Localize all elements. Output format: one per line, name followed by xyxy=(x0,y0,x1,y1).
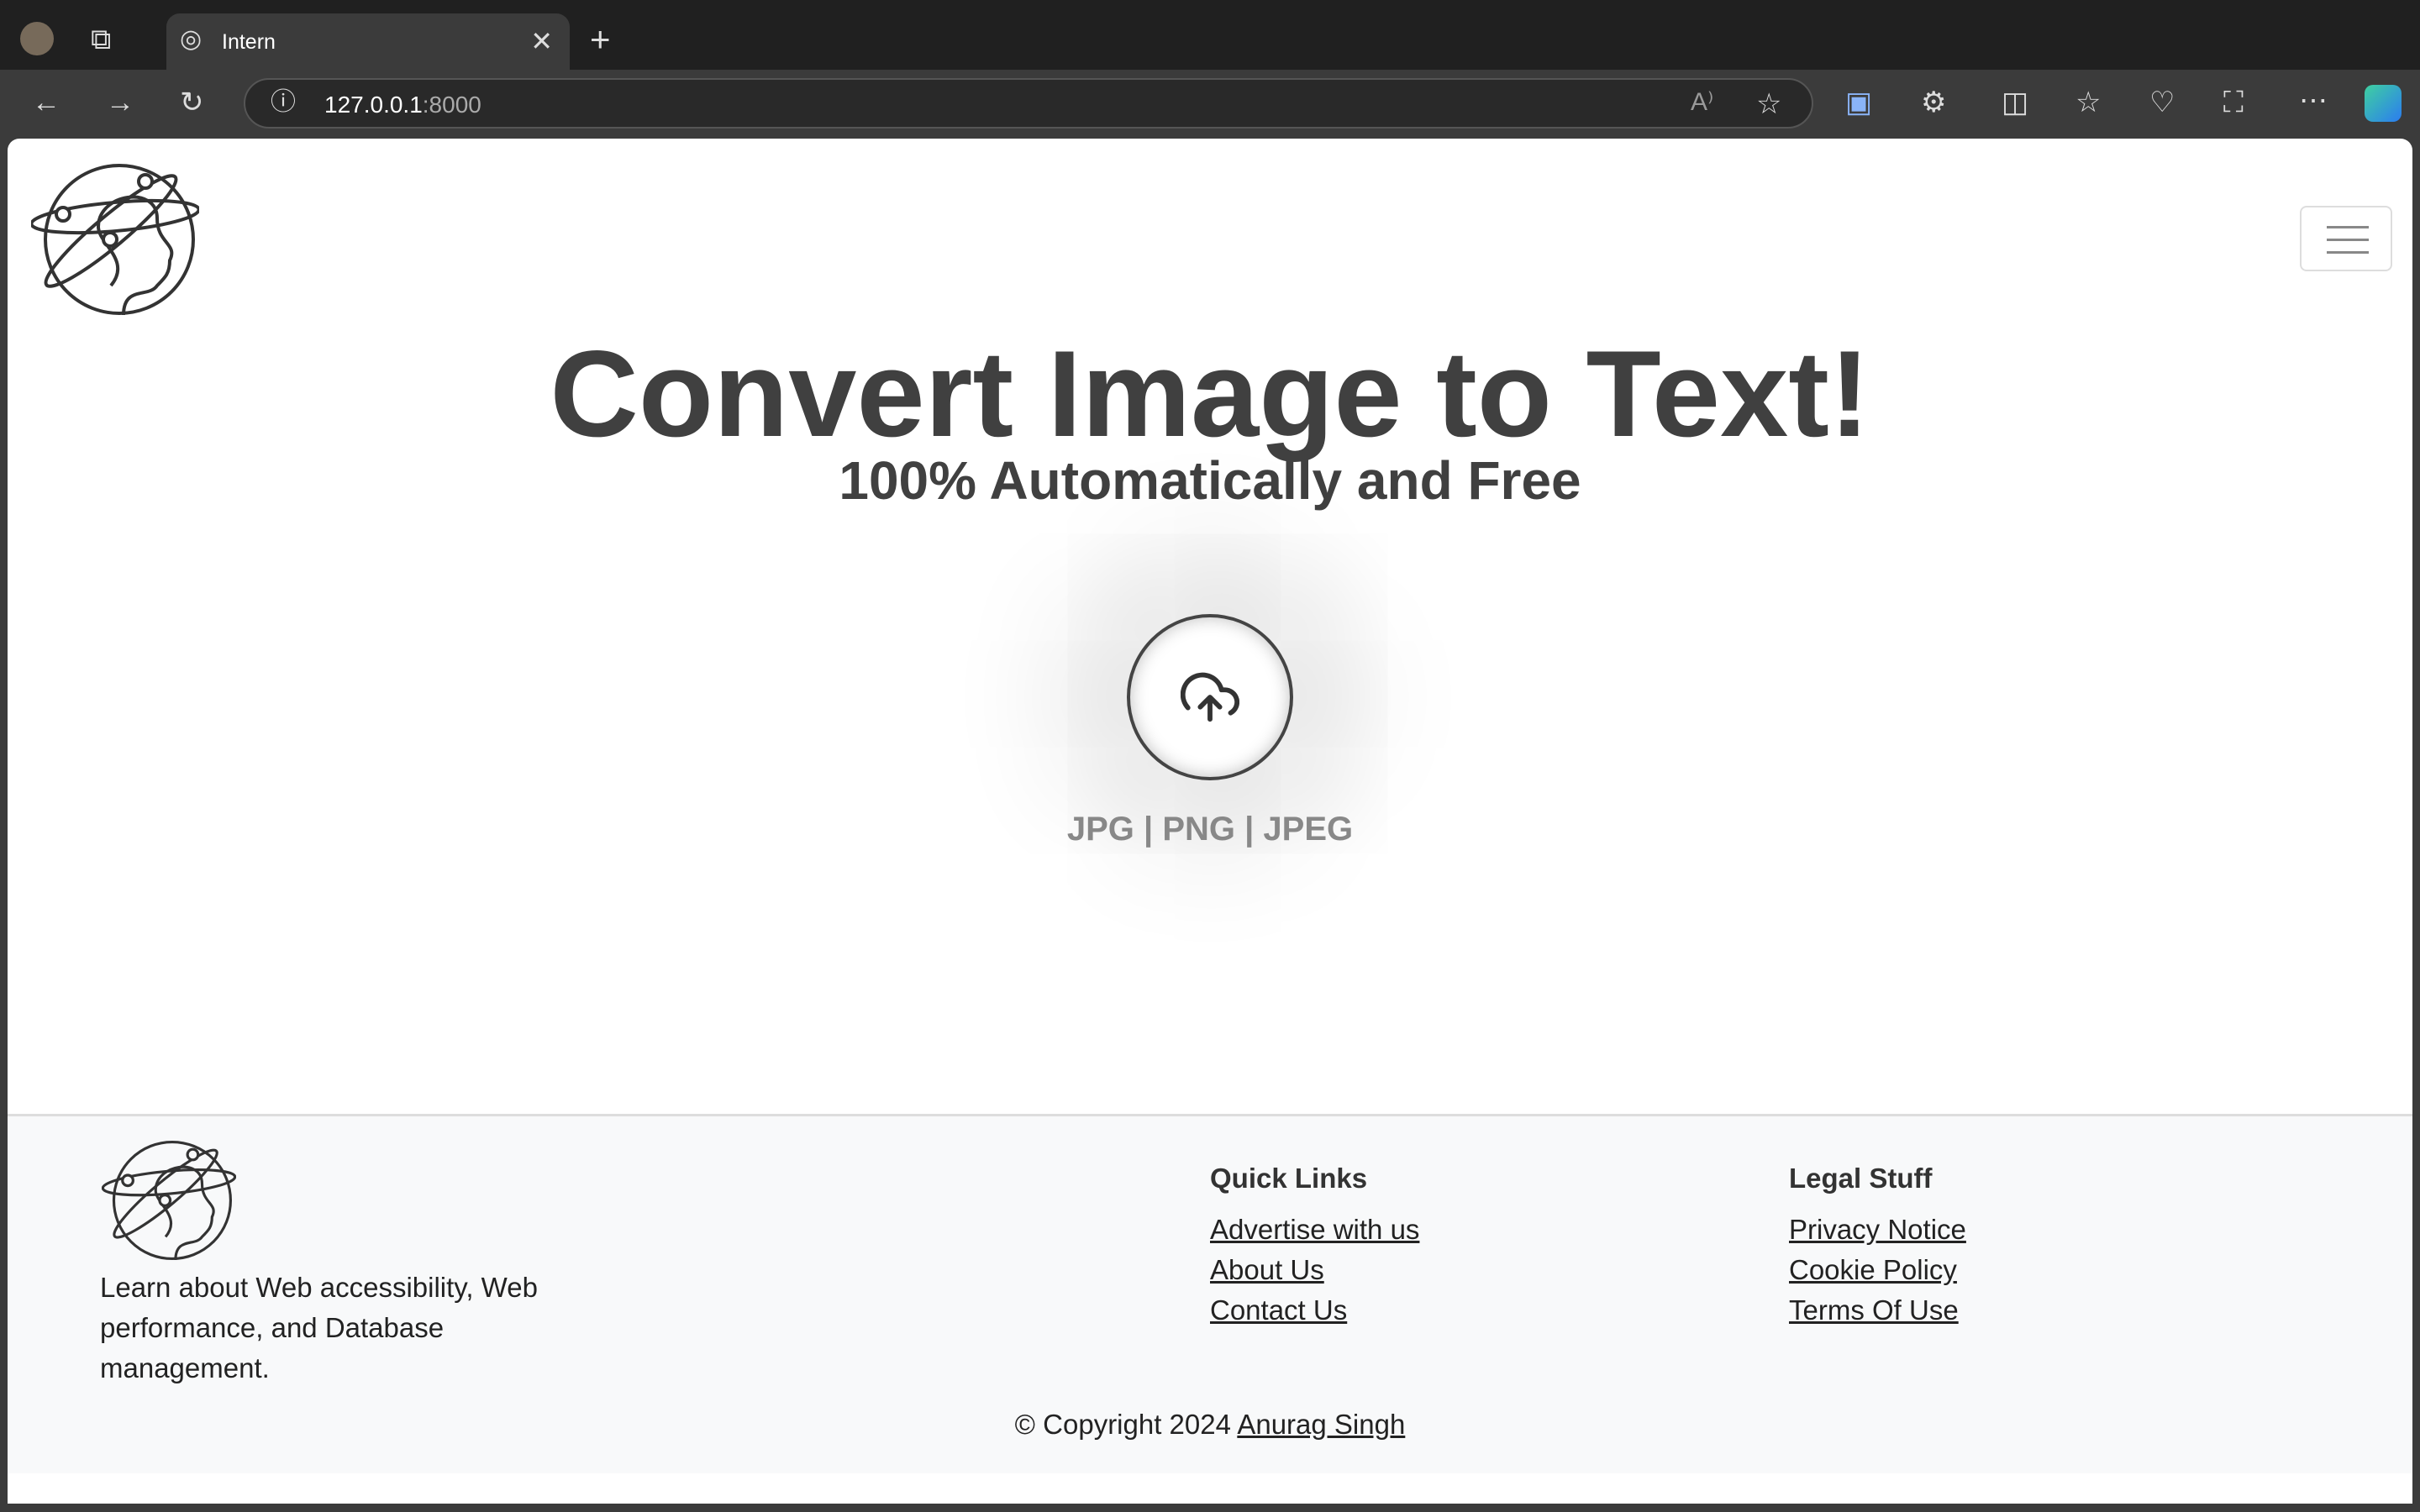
profile-avatar[interactable] xyxy=(20,22,54,55)
forward-icon[interactable]: → xyxy=(106,88,134,117)
page-subtitle: 100% Automatically and Free xyxy=(839,450,1581,511)
page-title: Convert Image to Text! xyxy=(550,325,1870,462)
footer: Learn about Web accessibility, Web perfo… xyxy=(8,1114,2412,1473)
supported-formats: JPG | PNG | JPEG xyxy=(1066,811,1354,848)
footer-logo[interactable] xyxy=(102,1137,236,1263)
url-port: :8000 xyxy=(422,92,481,118)
favorite-star-icon[interactable]: ☆ xyxy=(1756,90,1781,118)
copilot-ext-icon[interactable]: ▣ xyxy=(1845,88,1872,117)
browser-essentials-icon[interactable]: ♡ xyxy=(2149,88,2175,117)
link-cookie-policy[interactable]: Cookie Policy xyxy=(1789,1250,1966,1290)
link-contact-us[interactable]: Contact Us xyxy=(1210,1290,1419,1331)
quick-links: Quick Links Advertise with us About Us C… xyxy=(1210,1163,1419,1331)
reload-icon[interactable]: ↻ xyxy=(180,88,204,117)
info-icon[interactable]: ⓘ xyxy=(271,90,296,115)
cloud-upload-icon xyxy=(1181,672,1239,722)
site-logo[interactable] xyxy=(31,160,199,319)
link-privacy-notice[interactable]: Privacy Notice xyxy=(1789,1210,1966,1250)
link-advertise[interactable]: Advertise with us xyxy=(1210,1210,1419,1250)
copilot-icon[interactable] xyxy=(2365,85,2402,122)
favicon-icon: ◎ xyxy=(180,25,203,53)
quick-links-heading: Quick Links xyxy=(1210,1163,1368,1194)
close-tab-icon[interactable]: ✕ xyxy=(530,25,553,57)
new-tab-icon[interactable]: + xyxy=(590,22,611,57)
tab-title: Intern xyxy=(222,30,276,54)
favorites-icon[interactable]: ☆ xyxy=(2075,88,2101,117)
web-page: Convert Image to Text! 100% Automaticall… xyxy=(8,139,2412,1504)
split-screen-icon[interactable]: ◫ xyxy=(2002,88,2028,117)
link-terms-of-use[interactable]: Terms Of Use xyxy=(1789,1290,1966,1331)
tab-bar: ⧉ ◎ Intern ✕ + xyxy=(0,0,2420,70)
copyright: © Copyright 2024 Anurag Singh xyxy=(8,1409,2412,1441)
extensions-icon[interactable]: ⚙ xyxy=(1921,88,1946,117)
more-icon[interactable]: ⋯ xyxy=(2299,87,2328,115)
upload-button[interactable] xyxy=(1127,614,1293,780)
back-icon[interactable]: ← xyxy=(32,88,60,117)
url-host: 127.0.0.1 xyxy=(324,92,423,118)
author-link[interactable]: Anurag Singh xyxy=(1237,1409,1405,1440)
workspaces-icon[interactable]: ⧉ xyxy=(91,25,111,54)
nav-toggle-button[interactable] xyxy=(2300,206,2392,271)
screenshot-icon[interactable]: ⛶ xyxy=(2223,88,2244,117)
tab-intern[interactable]: ◎ Intern ✕ xyxy=(166,13,570,70)
toolbar: ← → ↻ ⓘ 127.0.0.1:8000 A⁾ ☆ ▣ ⚙ ◫ ☆ ♡ ⛶ … xyxy=(0,70,2420,139)
address-bar[interactable]: ⓘ 127.0.0.1:8000 A⁾ ☆ xyxy=(244,78,1813,129)
copyright-text: © Copyright 2024 xyxy=(1014,1409,1231,1440)
footer-about: Learn about Web accessibility, Web perfo… xyxy=(100,1272,538,1383)
legal-links: Legal Stuff Privacy Notice Cookie Policy… xyxy=(1789,1163,1966,1331)
link-about-us[interactable]: About Us xyxy=(1210,1250,1419,1290)
read-aloud-icon[interactable]: A⁾ xyxy=(1691,90,1713,115)
legal-heading: Legal Stuff xyxy=(1789,1163,1933,1194)
